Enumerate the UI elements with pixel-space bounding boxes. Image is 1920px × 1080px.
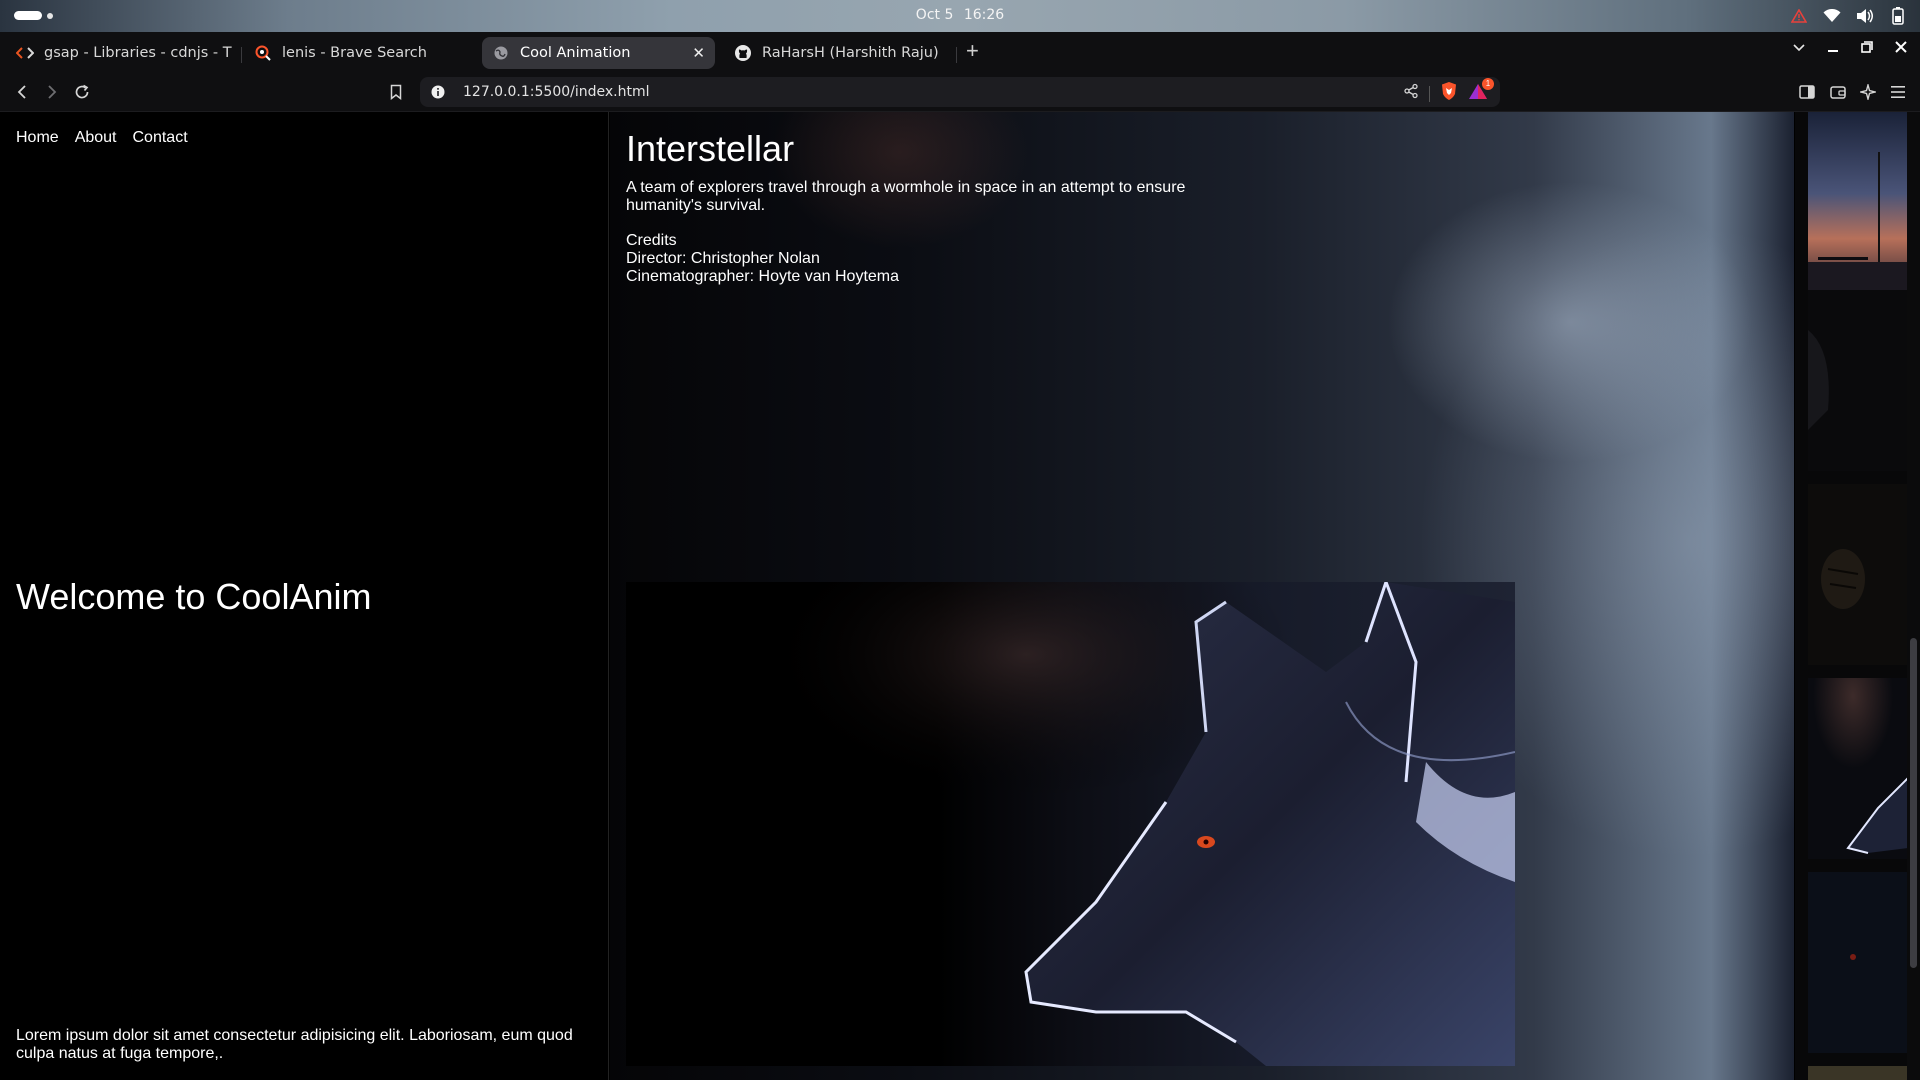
restore-icon[interactable] (1858, 40, 1876, 56)
wifi-icon[interactable] (1822, 6, 1842, 26)
wolf-image (626, 582, 1515, 1066)
credit-cinematographer: Cinematographer: Hoyte van Hoytema (626, 268, 900, 285)
welcome-heading: Welcome to CoolAnim (16, 576, 372, 617)
next-thumb[interactable] (1808, 1066, 1908, 1080)
address-bar-actions: 1 (1403, 78, 1494, 106)
window-controls (1790, 40, 1910, 56)
tiger-thumb[interactable] (1808, 484, 1908, 665)
clock-date: Oct 5 (915, 7, 954, 23)
page-scrollbar[interactable] (1907, 112, 1920, 1080)
intro-paragraph: Lorem ipsum dolor sit amet consectetur a… (16, 1027, 573, 1062)
nav-home-link[interactable]: Home (16, 129, 59, 147)
close-window-icon[interactable] (1892, 40, 1910, 56)
bookmark-button[interactable] (384, 80, 408, 104)
tab-strip: gsap - Libraries - cdnjs - The #1 free a… (0, 32, 1920, 72)
movie-credits: Credits Director: Christopher Nolan Cine… (626, 232, 899, 286)
system-top-bar: Oct 5 16:26 (0, 0, 1920, 32)
tab-label: gsap - Libraries - cdnjs - The #1 free a… (44, 45, 232, 61)
volume-icon[interactable] (1855, 6, 1875, 26)
warning-icon[interactable] (1789, 6, 1809, 26)
web-page: Home About Contact Welcome to CoolAnim L… (0, 112, 1920, 1080)
tab-label: lenis - Brave Search (282, 45, 427, 61)
menu-icon[interactable] (1886, 80, 1910, 104)
nav-contact-link[interactable]: Contact (133, 129, 188, 147)
main-nav: Home About Contact (16, 129, 188, 147)
thumbnail-strip (1795, 112, 1920, 1080)
rewards-badge: 1 (1482, 78, 1494, 90)
browser-toolbar: 127.0.0.1:5500/index.html 1 (0, 72, 1920, 112)
tab-label: Cool Animation (520, 45, 631, 61)
cdnjs-icon (16, 44, 34, 62)
tab-list-icon[interactable] (1790, 40, 1808, 56)
site-info-icon[interactable] (430, 84, 446, 100)
tab-cdnjs[interactable]: gsap - Libraries - cdnjs - The #1 free a… (6, 37, 232, 69)
credits-heading: Credits (626, 232, 677, 249)
dark-figure-thumb[interactable] (1808, 872, 1908, 1053)
credit-director: Director: Christopher Nolan (626, 250, 820, 267)
forward-button[interactable] (40, 80, 64, 104)
share-icon[interactable] (1403, 83, 1419, 104)
sidebar-toggle-icon[interactable] (1795, 80, 1819, 104)
scrollbar-thumb[interactable] (1910, 638, 1917, 968)
brave-rewards-icon[interactable]: 1 (1468, 78, 1494, 105)
tab-github[interactable]: RaHarsH (Harshith Raju) (724, 37, 950, 69)
dark-portrait-thumb[interactable] (1808, 290, 1908, 471)
system-tray[interactable] (1789, 6, 1908, 26)
clock-time: 16:26 (963, 7, 1005, 23)
battery-icon[interactable] (1888, 6, 1908, 26)
clock[interactable]: Oct 5 16:26 (0, 7, 1920, 23)
movie-title: Interstellar (626, 128, 795, 169)
left-panel: Home About Contact Welcome to CoolAnim L… (0, 112, 609, 1080)
github-icon (734, 44, 752, 62)
nav-about-link[interactable]: About (75, 129, 117, 147)
movie-description: A team of explorers travel through a wor… (626, 179, 1186, 214)
new-tab-button[interactable]: + (966, 38, 979, 64)
tab-label: RaHarsH (Harshith Raju) (762, 45, 939, 61)
tab-brave-search[interactable]: lenis - Brave Search (244, 37, 470, 69)
brave-search-icon (254, 44, 272, 62)
reload-button[interactable] (70, 80, 94, 104)
globe-icon (492, 44, 510, 62)
address-bar[interactable]: 127.0.0.1:5500/index.html 1 (420, 77, 1500, 107)
divider (1429, 85, 1430, 102)
movie-panel: Interstellar A team of explorers travel … (610, 112, 1794, 1080)
brave-shields-icon[interactable] (1440, 81, 1458, 106)
tab-cool-animation[interactable]: Cool Animation ✕ (482, 37, 715, 69)
tab-divider (956, 47, 957, 63)
back-button[interactable] (10, 80, 34, 104)
tab-divider (241, 47, 242, 63)
wolf-thumb[interactable] (1808, 678, 1908, 859)
close-tab-icon[interactable]: ✕ (692, 44, 705, 62)
sunset-harbor-thumb[interactable] (1808, 112, 1908, 293)
wallet-icon[interactable] (1826, 80, 1850, 104)
minimize-icon[interactable] (1824, 40, 1842, 56)
leo-ai-icon[interactable] (1856, 80, 1880, 104)
url-text[interactable]: 127.0.0.1:5500/index.html (463, 84, 650, 100)
